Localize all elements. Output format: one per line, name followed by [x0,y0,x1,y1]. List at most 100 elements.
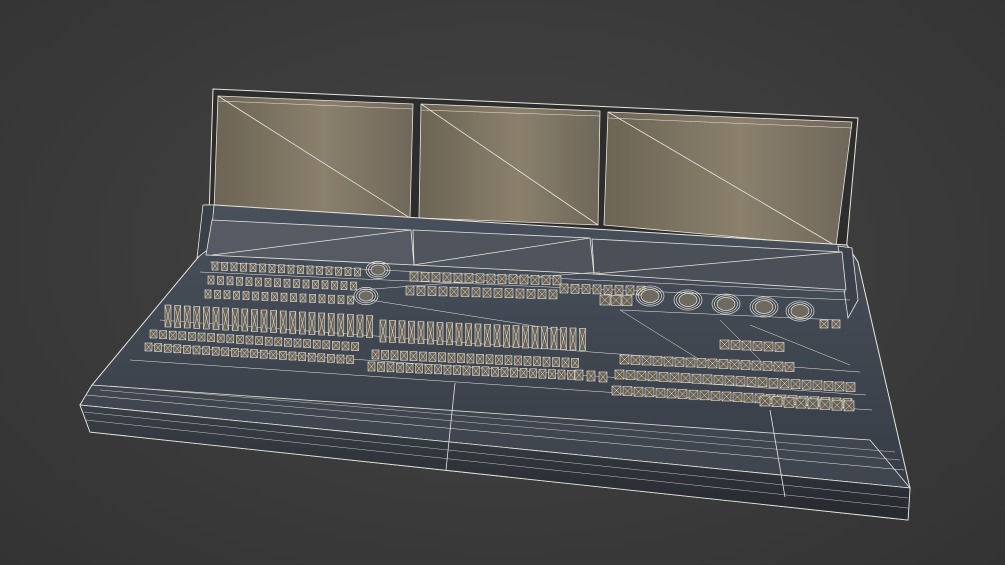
monitor-screen-right [603,111,853,247]
button [298,352,306,361]
fader-cap [204,289,212,299]
button [779,378,790,389]
button [149,329,158,339]
button [625,370,636,380]
button [457,353,465,363]
button [831,319,841,329]
button [548,369,556,379]
fader-channel [436,322,444,345]
button [367,361,376,372]
button [759,395,771,407]
button [144,342,153,352]
button [274,337,283,347]
button [245,335,254,345]
button [644,387,655,398]
button [178,331,187,341]
button [447,352,456,363]
button [438,286,448,297]
button [377,362,385,372]
fader-channel [193,306,201,329]
button [508,274,518,285]
button [519,274,529,285]
fader-channel [356,314,364,338]
button [730,340,741,350]
button [312,339,321,349]
fader-cap [226,276,234,286]
button [183,345,191,354]
button [669,372,680,383]
button [610,294,622,306]
button [259,349,268,359]
fader-channel [327,313,335,336]
button [571,358,579,368]
button [434,364,442,375]
fader-channel [427,321,434,345]
button [732,392,743,402]
button [396,362,404,373]
button [409,271,419,282]
fader-channel [251,309,258,332]
button [570,283,580,294]
button [592,284,602,295]
button [542,356,551,367]
button [719,339,730,350]
button [216,333,225,343]
button [743,392,754,403]
fader-channel [203,306,210,330]
fader-cap [354,267,361,277]
button [491,366,499,377]
button [533,356,541,367]
button [317,353,326,363]
fader-cap [312,280,319,289]
fader-channel [231,308,239,331]
button [823,381,834,391]
button [812,380,823,391]
button [346,355,354,364]
button [466,353,475,364]
button [332,341,340,350]
button [561,357,570,368]
button [390,350,399,361]
fader-cap [230,262,238,272]
fader-cap [306,265,314,275]
fader-channel [579,328,586,351]
fader-channel [465,323,472,346]
fader-channel [318,312,325,336]
button [192,345,201,355]
button [163,343,172,353]
button [567,370,575,380]
button [371,349,380,360]
fader-channel [241,308,249,332]
fader-cap [302,279,310,289]
fader-channel [366,315,373,338]
button [666,388,677,399]
fader-channel [493,324,501,348]
button [293,338,302,348]
button [647,371,658,382]
button [691,373,702,384]
fader-cap [290,293,297,302]
render-viewport [0,0,1005,565]
fader-channel [347,314,354,337]
button [405,285,415,296]
fader-channel [270,310,277,333]
fader-cap [350,281,357,291]
button [460,287,470,297]
button [515,288,525,299]
button [500,367,509,377]
button [574,369,584,381]
button [419,351,427,362]
fader-cap [271,292,278,302]
button [424,364,433,374]
fader-cap [261,292,269,301]
fader-channel [308,312,316,335]
button [221,347,230,357]
fader-channel [289,311,297,334]
fader-cap [217,276,224,285]
fader-channel [299,311,306,335]
button [485,354,494,365]
button [529,368,537,379]
button [652,356,663,366]
button [688,389,699,400]
button [523,356,532,366]
